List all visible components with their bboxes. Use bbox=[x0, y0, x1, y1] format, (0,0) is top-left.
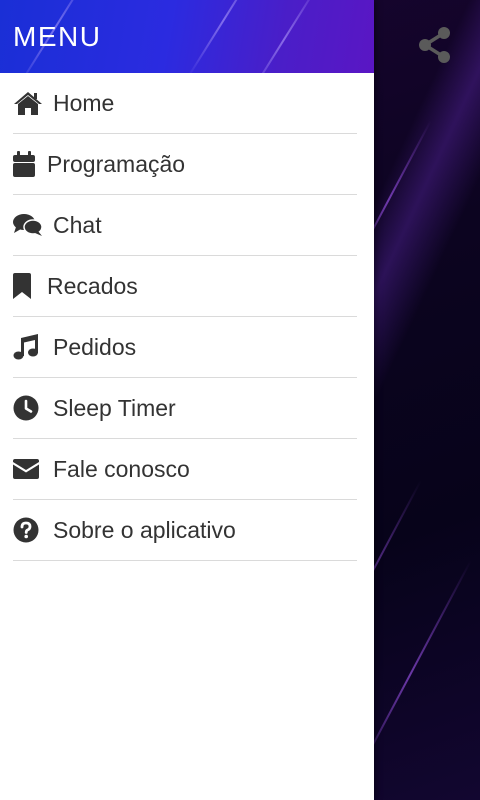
menu-list: Home Programação Chat Recados Pedidos Sl… bbox=[0, 73, 374, 561]
drawer-title: MENU bbox=[13, 21, 102, 52]
menu-item-label: Fale conosco bbox=[53, 456, 190, 482]
menu-item-label: Pedidos bbox=[53, 334, 137, 360]
menu-item-label: Recados bbox=[47, 273, 138, 299]
menu-item-label: Sobre o aplicativo bbox=[53, 517, 236, 543]
menu-item-label: Programação bbox=[47, 151, 186, 177]
menu-item-home[interactable]: Home bbox=[13, 73, 357, 134]
chat-icon bbox=[13, 211, 43, 239]
clock-icon bbox=[13, 394, 43, 422]
menu-item-label: Sleep Timer bbox=[53, 395, 176, 421]
music-note-icon bbox=[13, 333, 43, 361]
envelope-icon bbox=[13, 455, 43, 483]
question-circle-icon bbox=[13, 516, 43, 544]
menu-item-sobre-o-aplicativo[interactable]: Sobre o aplicativo bbox=[13, 500, 357, 561]
bookmark-icon bbox=[13, 272, 37, 300]
calendar-icon bbox=[13, 150, 37, 178]
menu-item-pedidos[interactable]: Pedidos bbox=[13, 317, 357, 378]
share-icon bbox=[418, 26, 452, 69]
share-button[interactable] bbox=[414, 26, 456, 68]
menu-item-label: Chat bbox=[53, 212, 102, 238]
menu-item-sleep-timer[interactable]: Sleep Timer bbox=[13, 378, 357, 439]
navigation-drawer: MENU Home Programação Chat Recados Pedid… bbox=[0, 0, 374, 800]
menu-item-programacao[interactable]: Programação bbox=[13, 134, 357, 195]
home-icon bbox=[13, 89, 43, 117]
menu-item-chat[interactable]: Chat bbox=[13, 195, 357, 256]
menu-item-fale-conosco[interactable]: Fale conosco bbox=[13, 439, 357, 500]
drawer-header: MENU bbox=[0, 0, 374, 73]
app-screen: MENU Home Programação Chat Recados Pedid… bbox=[0, 0, 480, 800]
menu-item-label: Home bbox=[53, 90, 115, 116]
menu-item-recados[interactable]: Recados bbox=[13, 256, 357, 317]
